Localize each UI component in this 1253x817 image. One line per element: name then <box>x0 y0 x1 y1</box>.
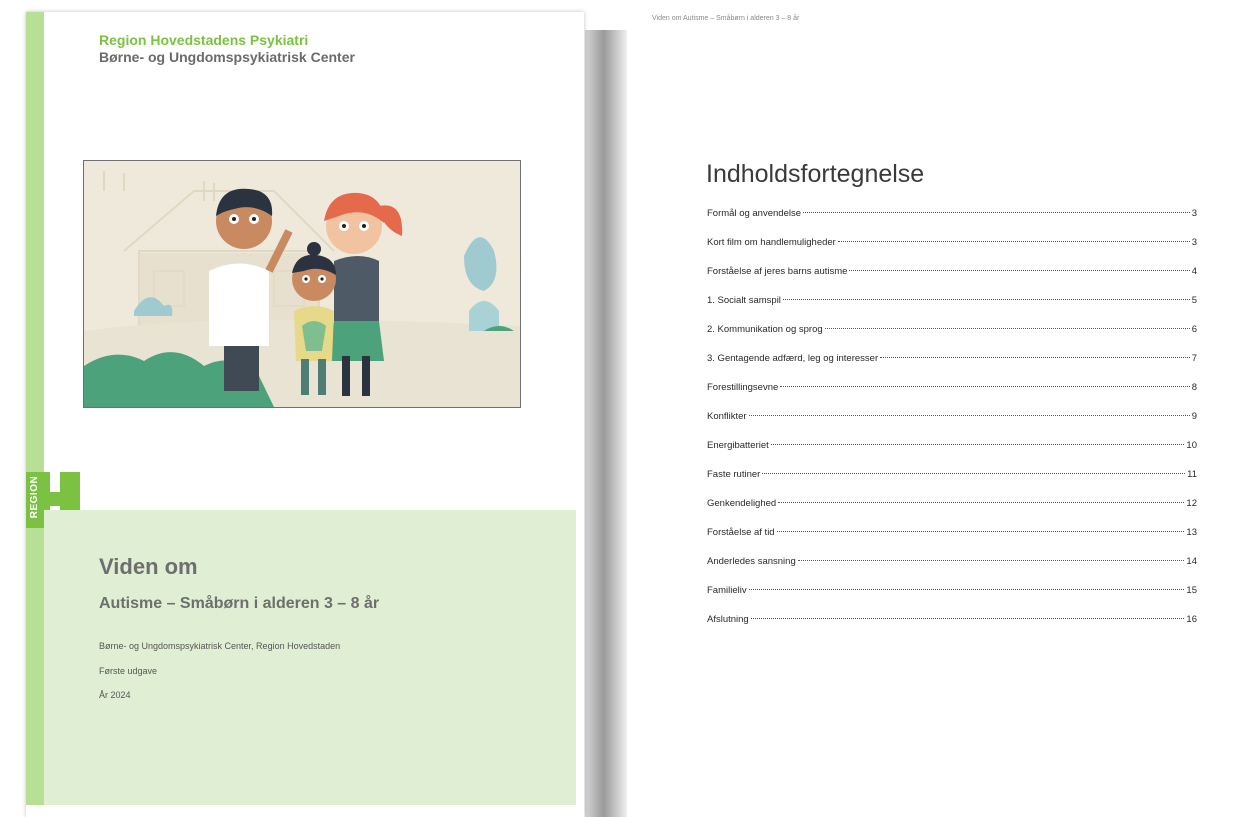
toc-entry-label: Kort film om handlemuligheder <box>707 237 836 248</box>
toc-entry-label: Faste rutiner <box>707 469 761 480</box>
cover-title: Viden om <box>99 554 198 579</box>
toc-entry[interactable]: Faste rutiner 11 <box>707 469 1197 498</box>
organization-name: Region Hovedstadens Psykiatri <box>99 32 309 48</box>
toc-leader-dots <box>776 531 1185 532</box>
toc-entry-page: 4 <box>1191 266 1197 277</box>
toc-entry-page: 3 <box>1191 208 1197 219</box>
toc-entry-page: 14 <box>1186 556 1197 567</box>
toc-entry[interactable]: Anderledes sansning 14 <box>707 556 1197 585</box>
toc-leader-dots <box>849 270 1190 271</box>
toc-entry-page: 16 <box>1186 614 1197 625</box>
toc-entry-label: Forståelse af jeres barns autisme <box>707 266 848 277</box>
cover-edition: Første udgave <box>99 666 158 676</box>
toc-leader-dots <box>837 241 1190 242</box>
toc-entry-label: 2. Kommunikation og sprog <box>707 324 823 335</box>
toc-leader-dots <box>824 328 1190 329</box>
toc-entry-label: Formål og anvendelse <box>707 208 801 219</box>
toc-entry-page: 8 <box>1191 382 1197 393</box>
toc-entry[interactable]: Familieliv 15 <box>707 585 1197 614</box>
table-of-contents: Formål og anvendelse 3 Kort film om handle… <box>707 208 1197 643</box>
toc-entry-page: 11 <box>1187 469 1197 480</box>
toc-entry-label: Familieliv <box>707 585 747 596</box>
toc-entry-label: Energibatteriet <box>707 440 769 451</box>
toc-leader-dots <box>770 444 1185 445</box>
page-edge-shadow <box>585 30 627 817</box>
toc-heading: Indholdsfortegnelse <box>706 160 925 188</box>
toc-entry-label: Anderledes sansning <box>707 556 796 567</box>
toc-entry-page: 10 <box>1186 440 1197 451</box>
toc-leader-dots <box>748 589 1185 590</box>
cover-subtitle: Autisme – Småbørn i alderen 3 – 8 år <box>99 595 380 612</box>
toc-leader-dots <box>750 618 1185 619</box>
toc-entry-page: 12 <box>1186 498 1197 509</box>
cover-page: Region Hovedstadens Psykiatri Børne- og … <box>26 12 584 817</box>
toc-entry-label: 3. Gentagende adfærd, leg og interesser <box>707 353 879 364</box>
toc-entry[interactable]: Konflikter 9 <box>707 411 1197 440</box>
toc-entry-label: Afslutning <box>707 614 749 625</box>
cover-accent-bar <box>26 12 44 805</box>
toc-entry-page: 5 <box>1191 295 1197 306</box>
toc-entry-page: 3 <box>1191 237 1197 248</box>
toc-entry-label: 1. Socialt samspil <box>707 295 781 306</box>
toc-entry-page: 15 <box>1186 585 1197 596</box>
toc-entry[interactable]: Genkendelighed 12 <box>707 498 1197 527</box>
toc-leader-dots <box>797 560 1185 561</box>
toc-entry-page: 6 <box>1191 324 1197 335</box>
toc-entry[interactable]: 2. Kommunikation og sprog 6 <box>707 324 1197 353</box>
toc-entry-page: 13 <box>1186 527 1197 538</box>
toc-leader-dots <box>748 415 1190 416</box>
toc-entry[interactable]: Forståelse af tid 13 <box>707 527 1197 556</box>
toc-entry[interactable]: Formål og anvendelse 3 <box>707 208 1197 237</box>
toc-leader-dots <box>782 299 1190 300</box>
region-logo-text: REGION <box>29 475 40 519</box>
toc-entry-label: Genkendelighed <box>707 498 777 509</box>
toc-entry[interactable]: Kort film om handlemuligheder 3 <box>707 237 1197 266</box>
toc-entry-label: Forståelse af tid <box>707 527 775 538</box>
organization-subtitle: Børne- og Ungdomspsykiatrisk Center <box>99 49 355 65</box>
toc-leader-dots <box>762 473 1186 474</box>
toc-entry-page: 7 <box>1191 353 1197 364</box>
cover-publisher: Børne- og Ungdomspsykiatrisk Center, Reg… <box>99 641 341 651</box>
family-illustration <box>83 160 521 408</box>
toc-entry[interactable]: Afslutning 16 <box>707 614 1197 643</box>
toc-entry[interactable]: Forestillingsevne 8 <box>707 382 1197 411</box>
toc-leader-dots <box>778 502 1185 503</box>
toc-entry-label: Konflikter <box>707 411 747 422</box>
cover-year: År 2024 <box>99 690 131 700</box>
toc-entry[interactable]: 3. Gentagende adfærd, leg og interesser 7 <box>707 353 1197 382</box>
toc-entry-page: 9 <box>1191 411 1197 422</box>
toc-entry[interactable]: Forståelse af jeres barns autisme 4 <box>707 266 1197 295</box>
toc-entry[interactable]: 1. Socialt samspil 5 <box>707 295 1197 324</box>
toc-entry[interactable]: Energibatteriet 10 <box>707 440 1197 469</box>
toc-leader-dots <box>880 357 1190 358</box>
toc-leader-dots <box>780 386 1190 387</box>
toc-entry-label: Forestillingsevne <box>707 382 779 393</box>
toc-leader-dots <box>803 212 1190 213</box>
running-header: Viden om Autisme – Småbørn i alderen 3 –… <box>652 15 800 22</box>
